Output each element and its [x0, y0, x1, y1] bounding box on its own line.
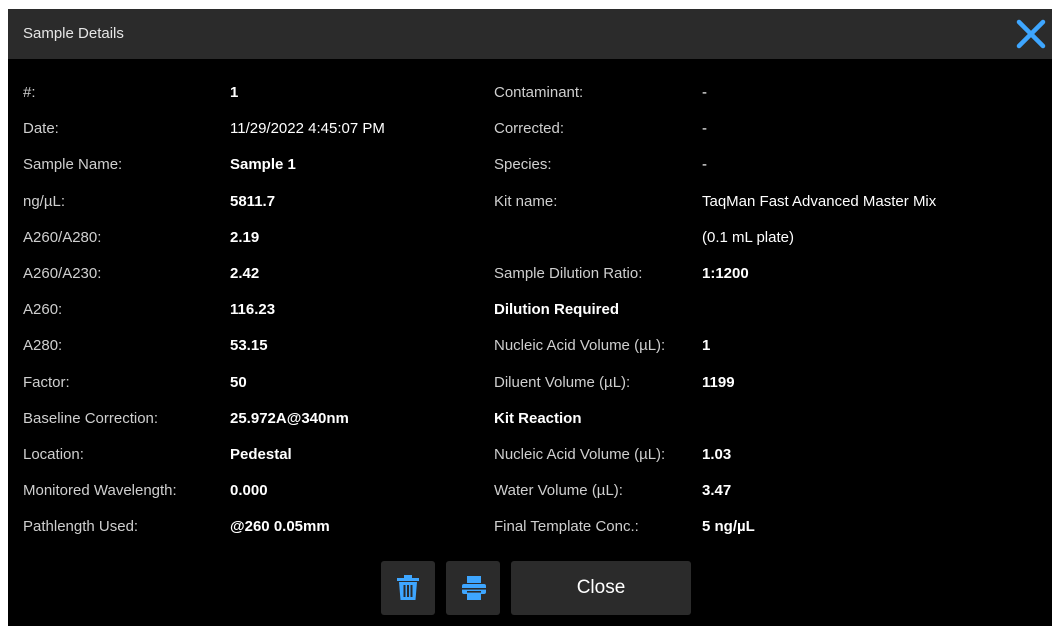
- close-icon[interactable]: [1014, 17, 1048, 51]
- field-label: Final Template Conc.:: [494, 518, 639, 536]
- field-value: 1.03: [702, 445, 732, 463]
- detail-row: Baseline Correction: 25.972A@340nm: [23, 409, 483, 445]
- field-value: 2.19: [230, 228, 260, 246]
- field-label: A260:: [23, 301, 63, 319]
- detail-row: Kit Reaction: [494, 409, 1034, 445]
- dialog-title: Sample Details: [23, 25, 124, 42]
- field-label: Date:: [23, 120, 59, 138]
- detail-row: Date: 11/29/2022 4:45:07 PM: [23, 119, 483, 155]
- field-value: 5811.7: [230, 192, 276, 210]
- field-value: TaqMan Fast Advanced Master Mix: [702, 192, 937, 210]
- detail-row: A260: 116.23: [23, 300, 483, 336]
- field-value: (0.1 mL plate): [702, 228, 794, 246]
- field-value: -: [702, 156, 707, 174]
- field-value: Sample 1: [230, 156, 296, 174]
- trash-icon: [397, 575, 419, 600]
- field-value: 25.972A@340nm: [230, 409, 349, 427]
- details-left-column: #: 1 Date: 11/29/2022 4:45:07 PM Sample Name…: [23, 83, 483, 553]
- print-button[interactable]: [446, 561, 500, 615]
- section-heading: Dilution Required: [494, 301, 619, 319]
- field-label: Kit name:: [494, 192, 558, 210]
- field-value: 0.000: [230, 482, 268, 500]
- field-value: 1: [702, 337, 711, 355]
- detail-row: Monitored Wavelength: 0.000: [23, 481, 483, 517]
- field-value: 1: [230, 84, 239, 101]
- section-heading: Kit Reaction: [494, 409, 582, 427]
- detail-row: A260/A230: 2.42: [23, 264, 483, 300]
- field-label: Sample Name:: [23, 156, 123, 174]
- field-label: Nucleic Acid Volume (µL):: [494, 337, 666, 355]
- detail-row: Diluent Volume (µL): 1199: [494, 373, 1034, 409]
- delete-button[interactable]: [381, 561, 435, 615]
- detail-row: A280: 53.15: [23, 336, 483, 372]
- field-label: Contaminant:: [494, 84, 584, 101]
- detail-row: Sample Name: Sample 1: [23, 155, 483, 191]
- field-value: 116.23: [230, 301, 276, 319]
- field-label: ng/µL:: [23, 192, 66, 210]
- printer-icon: [462, 576, 486, 600]
- details-right-column: Contaminant: - Corrected: - Species: - Kit nam…: [494, 83, 1034, 553]
- detail-row: Species: -: [494, 155, 1034, 191]
- field-value: Pedestal: [230, 445, 292, 463]
- detail-row: Pathlength Used: @260 0.05mm: [23, 517, 483, 553]
- field-value: 1199: [702, 373, 735, 391]
- field-value: @260 0.05mm: [230, 518, 330, 536]
- detail-row: A260/A280: 2.19: [23, 228, 483, 264]
- title-bar: Sample Details: [8, 9, 1052, 59]
- detail-row: Factor: 50: [23, 373, 483, 409]
- detail-row: Location: Pedestal: [23, 445, 483, 481]
- field-label: Monitored Wavelength:: [23, 482, 177, 500]
- detail-row: Kit name: TaqMan Fast Advanced Master Mix: [494, 192, 1034, 228]
- field-label: Species:: [494, 156, 552, 174]
- field-value: 11/29/2022 4:45:07 PM: [230, 120, 385, 138]
- field-label: Location:: [23, 445, 84, 463]
- field-label: Factor:: [23, 373, 70, 391]
- field-value: 2.42: [230, 264, 260, 282]
- field-value: 3.47: [702, 482, 732, 500]
- field-value: 1:1200: [702, 264, 749, 282]
- field-value: 5 ng/µL: [702, 518, 755, 536]
- detail-row: Nucleic Acid Volume (µL): 1: [494, 336, 1034, 372]
- field-value: -: [702, 84, 707, 101]
- field-label: A260/A280:: [23, 228, 102, 246]
- field-value: 50: [230, 373, 247, 391]
- field-label: Baseline Correction:: [23, 409, 159, 427]
- detail-row: Corrected: -: [494, 119, 1034, 155]
- field-label: A260/A230:: [23, 264, 102, 282]
- detail-row: Sample Dilution Ratio: 1:1200: [494, 264, 1034, 300]
- field-label: A280:: [23, 337, 63, 355]
- detail-row: (0.1 mL plate): [494, 228, 1034, 264]
- field-label: Pathlength Used:: [23, 518, 139, 536]
- field-label: Diluent Volume (µL):: [494, 373, 631, 391]
- detail-row: #: 1: [23, 83, 483, 119]
- detail-row: Final Template Conc.: 5 ng/µL: [494, 517, 1034, 553]
- detail-row: Water Volume (µL): 3.47: [494, 481, 1034, 517]
- detail-row: Contaminant: -: [494, 83, 1034, 119]
- detail-row: ng/µL: 5811.7: [23, 192, 483, 228]
- detail-row: Nucleic Acid Volume (µL): 1.03: [494, 445, 1034, 481]
- field-value: -: [702, 120, 707, 138]
- sample-details-dialog: Sample Details #: 1 Date: 11/29/2022 4:45:0…: [8, 9, 1052, 626]
- field-label: Sample Dilution Ratio:: [494, 264, 643, 282]
- field-value: 53.15: [230, 337, 268, 355]
- field-label: #:: [23, 84, 36, 101]
- close-button[interactable]: Close: [511, 561, 691, 615]
- detail-row: Dilution Required: [494, 300, 1034, 336]
- footer: Close: [8, 561, 1052, 615]
- field-label: Nucleic Acid Volume (µL):: [494, 445, 666, 463]
- field-label: Water Volume (µL):: [494, 482, 623, 500]
- field-label: Corrected:: [494, 120, 565, 138]
